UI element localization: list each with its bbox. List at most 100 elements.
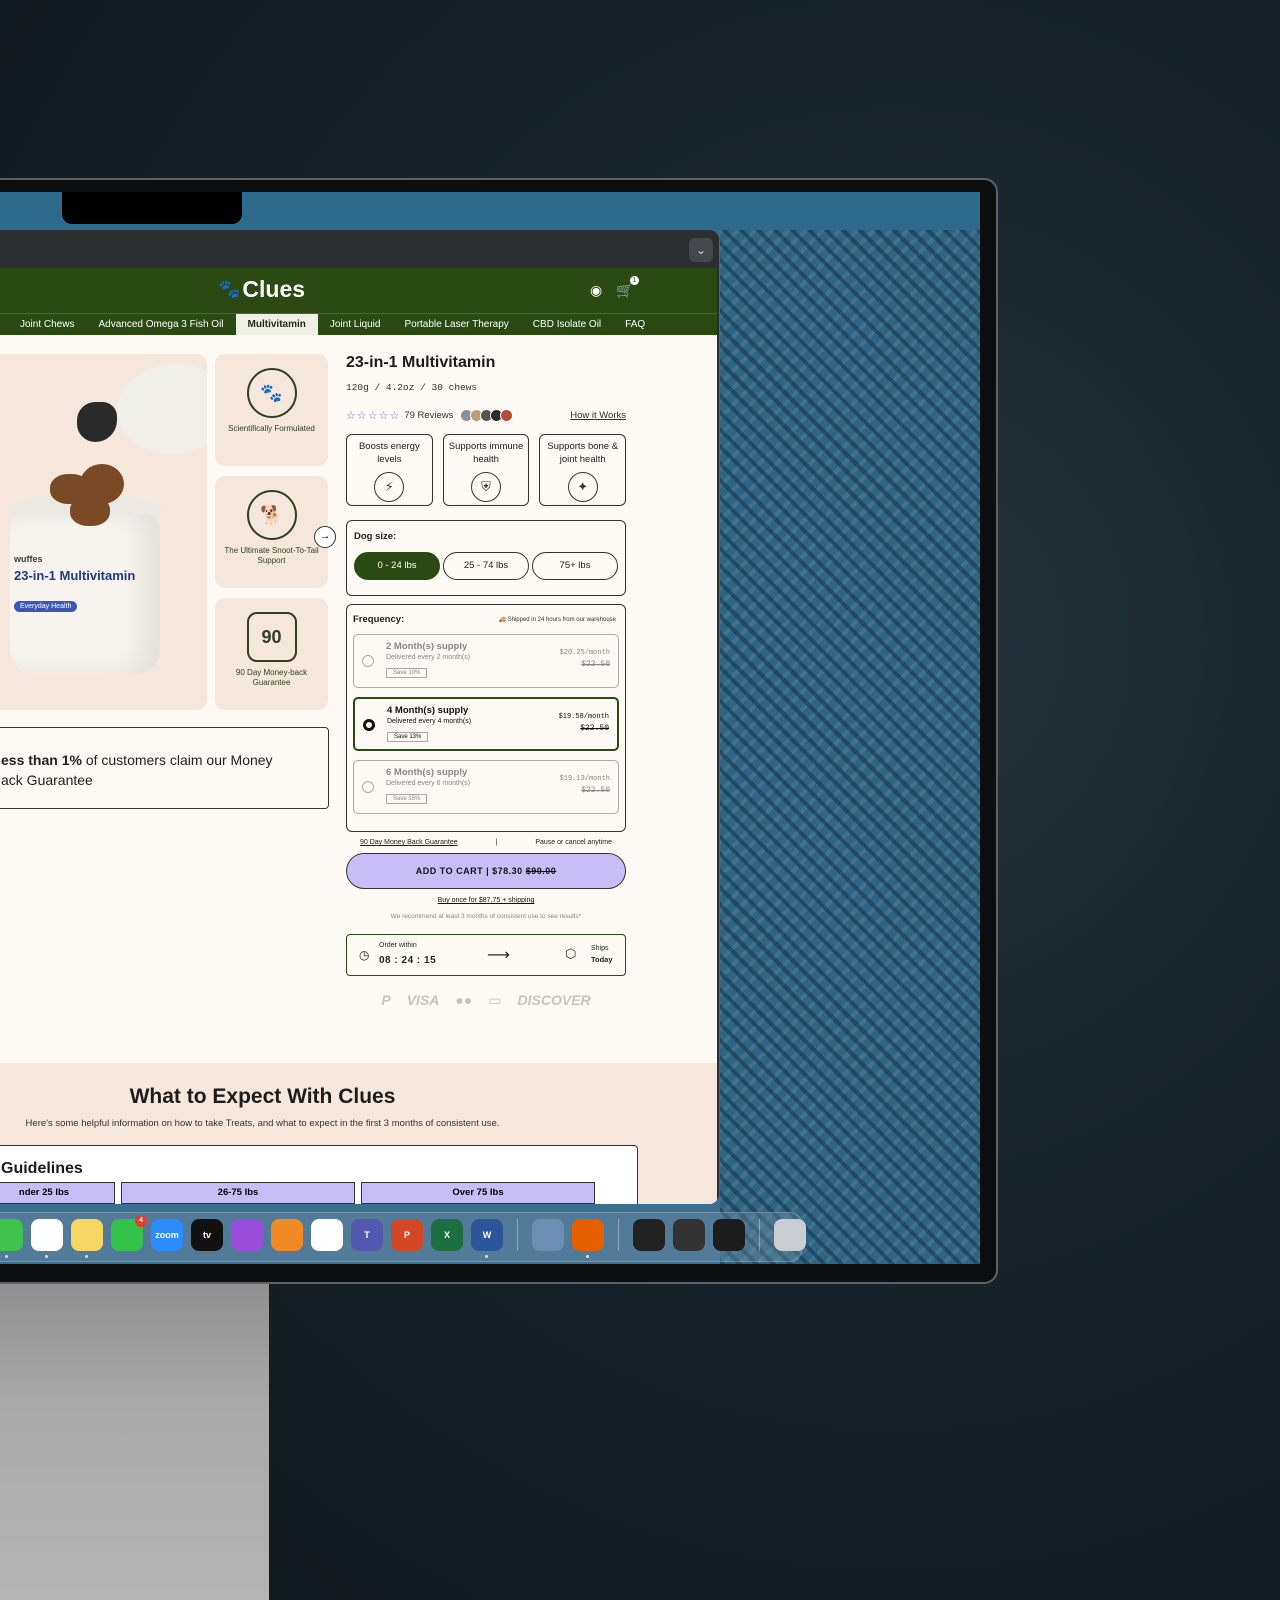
notes-icon[interactable]	[71, 1219, 103, 1258]
size-option-button[interactable]: 75+ lbs	[532, 552, 618, 580]
nav-item-joint-liquid[interactable]: Joint Liquid	[318, 314, 393, 335]
messages-icon[interactable]	[0, 1219, 23, 1258]
apple-tv-icon[interactable]: tv	[191, 1219, 223, 1251]
books-icon[interactable]	[271, 1219, 303, 1251]
product-image[interactable]: wuffes 23-in-1 Multivitamin Everyday Hea…	[0, 354, 207, 710]
dock-icon-label: W	[482, 1230, 492, 1240]
nav-item-multivitamin[interactable]: Multivitamin	[235, 314, 318, 335]
save-badge: Save 15%	[386, 794, 428, 804]
teams-icon[interactable]: T	[351, 1219, 383, 1251]
benefit-label: Supports bone & joint health	[547, 441, 619, 465]
add-to-cart-button[interactable]: ADD TO CART | $78.30 $90.00	[346, 853, 626, 889]
running-indicator	[586, 1255, 589, 1258]
how-it-works-link[interactable]: How it Works	[570, 410, 626, 421]
window-2-icon[interactable]	[673, 1219, 705, 1251]
supply-option[interactable]: 2 Month(s) supply Delivered every 2 month…	[353, 634, 619, 688]
chatgpt-icon[interactable]	[31, 1219, 63, 1258]
running-indicator	[85, 1255, 88, 1258]
option-price: $19.13/month $22.50	[560, 775, 610, 795]
reviewer-avatars	[460, 409, 514, 422]
preview-icon[interactable]	[532, 1219, 564, 1251]
nav-item-faq[interactable]: FAQ	[613, 314, 657, 335]
dock-icon-label: T	[364, 1230, 370, 1240]
window-3-icon[interactable]	[713, 1219, 745, 1251]
feature-label: The Ultimate Snoot-To-Tail Support	[224, 546, 319, 565]
browser-titlebar: ⌄	[0, 230, 719, 268]
calendar-90-icon: 90	[246, 612, 297, 662]
cart-icon[interactable]: 🛒 1	[616, 276, 639, 299]
dock-icon-label: tv	[202, 1230, 211, 1240]
jar-pill: Everyday Health	[14, 601, 78, 612]
feature-label: Scientifically Formulated	[228, 424, 315, 433]
price-old: $22.50	[581, 660, 610, 669]
chevron-down-icon[interactable]: ⌄	[689, 238, 713, 262]
benefit-label: Supports immune health	[448, 441, 524, 465]
size-options: 0 - 24 lbs 25 - 74 lbs 75+ lbs	[354, 552, 618, 580]
browser-window: ⌄ 🐾 Clues ◉ 🛒 1 Joint Chews Advanced Omega…	[0, 230, 719, 1204]
nav-item-portable-laser-therapy[interactable]: Portable Laser Therapy	[392, 314, 520, 335]
claim-bold: ess than 1%	[1, 752, 82, 768]
recommend-note: We recommend at least 3 months of consis…	[390, 913, 582, 920]
running-indicator	[485, 1255, 488, 1258]
next-arrow-icon[interactable]: →	[314, 526, 336, 548]
radio-button[interactable]	[362, 655, 374, 667]
web-page: 🐾 Clues ◉ 🛒 1 Joint Chews Advanced Omega 3…	[0, 268, 717, 1204]
benefit-card: Supports immune health ⛨	[442, 434, 530, 506]
powerpoint-icon[interactable]: P	[391, 1219, 423, 1251]
dog-size-label: Dog size:	[354, 531, 397, 542]
nav-item-advanced-omega-3-fish-oil[interactable]: Advanced Omega 3 Fish Oil	[86, 314, 235, 335]
dog-snout	[117, 364, 207, 454]
size-option-button[interactable]: 0 - 24 lbs	[354, 552, 440, 580]
product-jar	[10, 514, 160, 674]
dock-icon-label: zoom	[155, 1230, 179, 1240]
guidelines-title: Guidelines	[1, 1160, 83, 1177]
price-old: $22.50	[581, 786, 610, 795]
excel-icon[interactable]: X	[431, 1219, 463, 1251]
word-icon[interactable]: W	[471, 1219, 503, 1258]
guideline-column-header: nder 25 lbs	[0, 1182, 115, 1204]
claim-text-line2: ack Guarantee	[1, 772, 93, 788]
firefox-icon[interactable]	[572, 1219, 604, 1258]
facetime-icon[interactable]: 4	[111, 1215, 147, 1251]
price-per-month: $19.58/month	[558, 713, 609, 721]
supply-option[interactable]: 4 Month(s) supply Delivered every 4 month…	[353, 697, 619, 751]
account-icon[interactable]: ◉	[590, 282, 602, 299]
feature-card-guarantee: 90 90 Day Money-back Guarantee	[215, 598, 328, 710]
zoom-icon[interactable]: zoom	[151, 1219, 183, 1251]
paypal-icon: P	[381, 992, 391, 1008]
buy-once-link[interactable]: Buy once for $87.75 + shipping	[346, 897, 626, 904]
reviews-count[interactable]: 79 Reviews	[404, 410, 453, 421]
ships-today: Ships Today	[591, 945, 613, 964]
expect-subtitle: Here's some helpful information on how t…	[25, 1118, 500, 1129]
truck-icon: 🚚	[498, 617, 506, 623]
trash-icon[interactable]	[774, 1219, 806, 1251]
dog-size-box: Dog size: 0 - 24 lbs 25 - 74 lbs 75+ lbs	[346, 520, 626, 596]
dock-separator	[759, 1219, 760, 1251]
dog-jump-icon: 🐕	[246, 490, 297, 540]
site-header: 🐾 Clues ◉ 🛒 1	[0, 268, 717, 313]
guideline-column-header: Over 75 lbs	[361, 1182, 595, 1204]
order-within-label: Order within	[379, 942, 417, 949]
running-indicator	[5, 1255, 8, 1258]
guarantee-link[interactable]: 90 Day Money Back Guarantee	[360, 839, 458, 846]
nav-item-cbd-isolate-oil[interactable]: CBD Isolate Oil	[521, 314, 613, 335]
amex-icon: ▭	[488, 992, 502, 1008]
main-nav: Joint Chews Advanced Omega 3 Fish Oil Mult…	[0, 313, 717, 335]
product-subtitle: 120g / 4.2oz / 30 chews	[346, 382, 478, 393]
benefit-card: Boosts energy levels ⚡	[346, 434, 433, 506]
chew	[70, 496, 110, 526]
radio-button[interactable]	[362, 781, 374, 793]
benefit-label: Boosts energy levels	[358, 441, 420, 465]
supply-option[interactable]: 6 Month(s) supply Delivered every 6 month…	[353, 760, 619, 814]
podcasts-icon[interactable]	[231, 1219, 263, 1251]
payment-icons: P VISA ●● ▭ DISCOVER	[346, 992, 626, 1009]
nav-item-joint-chews[interactable]: Joint Chews	[8, 314, 86, 335]
countdown: 08 : 24 : 15	[379, 955, 437, 966]
guideline-columns: nder 25 lbs 26-75 lbs Over 75 lbs	[0, 1182, 595, 1204]
clickup-icon[interactable]	[311, 1219, 343, 1251]
site-logo[interactable]: 🐾 Clues	[218, 276, 305, 303]
camera-notch	[62, 192, 242, 224]
size-option-button[interactable]: 25 - 74 lbs	[443, 552, 529, 580]
radio-button[interactable]	[363, 719, 375, 731]
window-1-icon[interactable]	[633, 1219, 665, 1251]
